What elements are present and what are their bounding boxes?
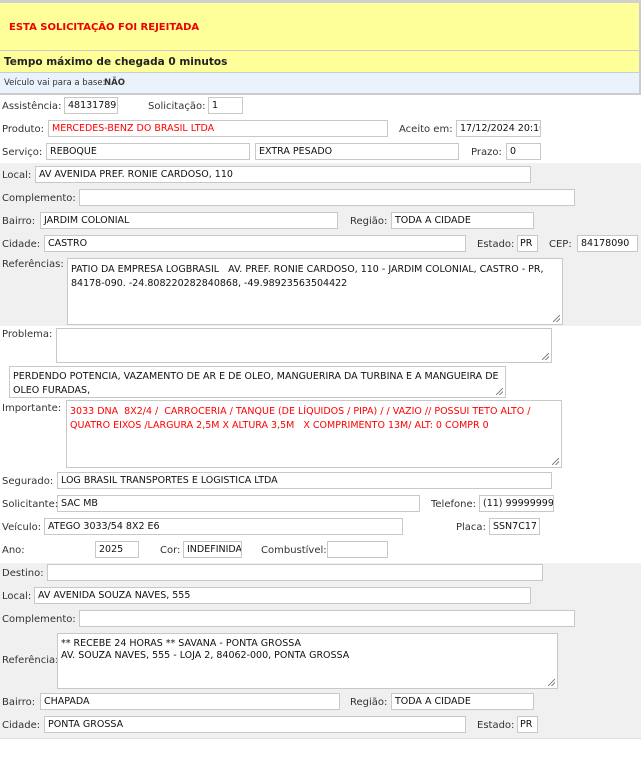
prazo-label: Prazo: — [471, 147, 502, 158]
base-info-bar: Veículo vai para a base: NÃO — [0, 73, 641, 95]
complemento-field[interactable] — [79, 189, 575, 206]
dest-local-field[interactable]: AV AVENIDA SOUZA NAVES, 555 — [34, 587, 531, 604]
prazo-field[interactable]: 0 — [506, 143, 541, 160]
placa-label: Placa: — [456, 522, 486, 533]
solicitacao-label: Solicitação: — [148, 101, 206, 112]
problema-descricao-textarea[interactable]: PERDENDO POTENCIA, VAZAMENTO DE AR E DE … — [9, 366, 506, 398]
veiculo-field[interactable]: ATEGO 3033/54 8X2 E6 — [44, 518, 403, 535]
produto-field[interactable]: MERCEDES-BENZ DO BRASIL LTDA — [48, 120, 388, 137]
segurado-label: Segurado: — [2, 476, 54, 487]
bairro-field[interactable]: JARDIM COLONIAL — [40, 212, 338, 229]
dest-referencia-label: Referência: — [2, 655, 59, 666]
cep-field[interactable]: 84178090 — [577, 235, 638, 252]
aceito-label: Aceito em: — [399, 124, 453, 135]
importante-textarea[interactable]: 3033 DNA 8X2/4 / CARROCERIA / TANQUE (DE… — [66, 400, 562, 468]
local-field[interactable]: AV AVENIDA PREF. RONIE CARDOSO, 110 — [35, 166, 531, 183]
telefone-field[interactable]: (11) 99999999 — [479, 495, 554, 512]
servico-tipo-field[interactable]: EXTRA PESADO — [255, 143, 459, 160]
arrival-time-text: Tempo máximo de chegada 0 minutos — [4, 56, 228, 68]
dest-referencia-textarea[interactable]: ** RECEBE 24 HORAS ** SAVANA - PONTA GRO… — [57, 633, 558, 689]
regiao-label: Região: — [350, 216, 388, 227]
referencias-textarea[interactable]: PATIO DA EMPRESA LOGBRASIL AV. PREF. RON… — [67, 258, 563, 325]
referencias-label: Referências: — [2, 259, 64, 270]
problema-textarea[interactable] — [56, 328, 552, 363]
problema-label: Problema: — [2, 329, 53, 340]
solicitante-label: Solicitante: — [2, 499, 59, 510]
cor-field[interactable]: INDEFINIDA — [183, 541, 242, 558]
estado-field[interactable]: PR — [517, 235, 538, 252]
solicitacao-field[interactable]: 1 — [208, 97, 243, 114]
cidade-label: Cidade: — [2, 239, 41, 250]
aceito-field[interactable]: 17/12/2024 20:10 — [456, 120, 541, 137]
complemento-label: Complemento: — [2, 193, 76, 204]
dest-cidade-field[interactable]: PONTA GROSSA — [44, 716, 466, 733]
veiculo-label: Veículo: — [2, 522, 42, 533]
produto-label: Produto: — [2, 124, 44, 135]
dest-local-label: Local: — [2, 591, 32, 602]
dest-cidade-label: Cidade: — [2, 720, 41, 731]
destino-field[interactable] — [47, 564, 543, 581]
telefone-label: Telefone: — [431, 499, 476, 510]
rejected-banner: ESTA SOLICITAÇÃO FOI REJEITADA — [0, 3, 641, 51]
dest-regiao-field[interactable]: TODA A CIDADE — [391, 693, 534, 710]
combustivel-field[interactable] — [327, 541, 388, 558]
assistencia-field[interactable]: 48131789 — [64, 97, 118, 114]
local-label: Local: — [2, 170, 32, 181]
solicitante-field[interactable]: SAC MB — [57, 495, 420, 512]
dest-complemento-field[interactable] — [79, 610, 575, 627]
servico-field[interactable]: REBOQUE — [46, 143, 250, 160]
dest-estado-label: Estado: — [477, 720, 515, 731]
regiao-field[interactable]: TODA A CIDADE — [391, 212, 534, 229]
arrival-time-bar: Tempo máximo de chegada 0 minutos — [0, 51, 641, 73]
cidade-field[interactable]: CASTRO — [44, 235, 466, 252]
rejected-message: ESTA SOLICITAÇÃO FOI REJEITADA — [9, 22, 200, 33]
segurado-field[interactable]: LOG BRASIL TRANSPORTES E LOGISTICA LTDA — [57, 472, 552, 489]
destino-label: Destino: — [2, 568, 44, 579]
dest-estado-field[interactable]: PR — [517, 716, 538, 733]
dest-regiao-label: Região: — [350, 697, 388, 708]
cor-label: Cor: — [160, 545, 181, 556]
cep-label: CEP: — [549, 239, 572, 250]
base-label: Veículo vai para a base: — [4, 78, 106, 88]
dest-bairro-label: Bairro: — [2, 697, 36, 708]
servico-label: Serviço: — [2, 147, 43, 158]
dest-complemento-label: Complemento: — [2, 614, 76, 625]
combustivel-label: Combustível: — [261, 545, 327, 556]
ano-field[interactable]: 2025 — [95, 541, 139, 558]
dest-bairro-field[interactable]: CHAPADA — [40, 693, 340, 710]
assistencia-label: Assistência: — [2, 101, 62, 112]
estado-label: Estado: — [477, 239, 515, 250]
base-value: NÃO — [104, 78, 125, 88]
ano-label: Ano: — [2, 545, 25, 556]
placa-field[interactable]: SSN7C17 — [489, 518, 540, 535]
importante-label: Importante: — [2, 403, 62, 414]
bairro-label: Bairro: — [2, 216, 36, 227]
